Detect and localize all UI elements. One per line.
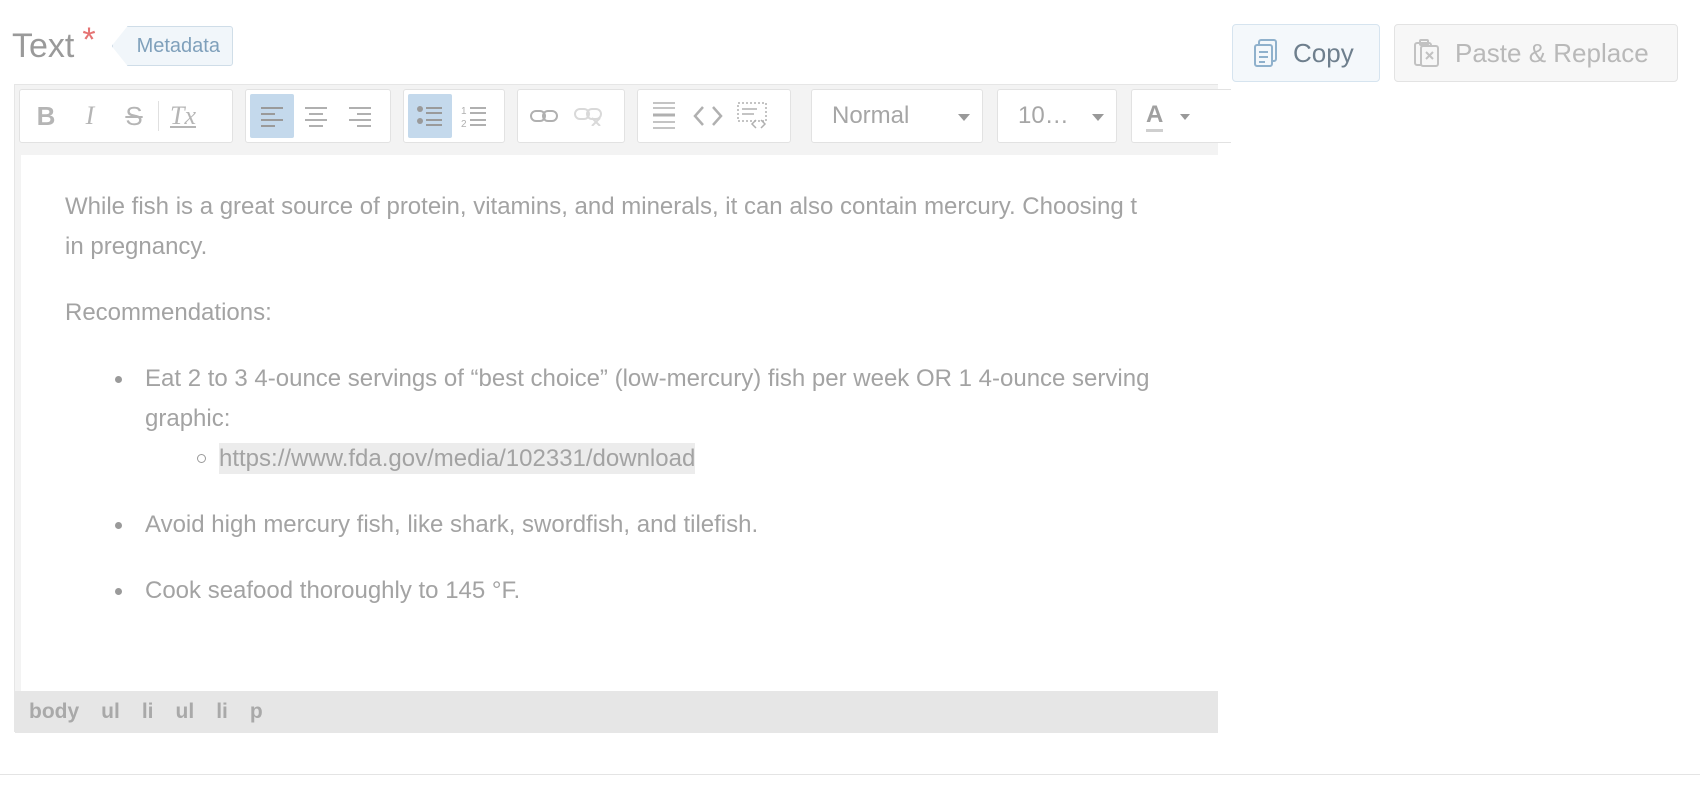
text-style-group: B I S Tx <box>19 89 233 143</box>
chevron-down-icon <box>1092 114 1104 121</box>
paste-replace-button[interactable]: Paste & Replace <box>1394 24 1678 82</box>
list-item: Avoid high mercury fish, like shark, swo… <box>65 505 1221 545</box>
list-item-text: Cook seafood thoroughly to 145 °F. <box>145 577 521 604</box>
metadata-tag[interactable]: Metadata <box>111 26 233 66</box>
list-item-text-continued: graphic: <box>145 405 231 432</box>
paragraph-line: While fish is a great source of protein,… <box>65 193 1138 220</box>
align-left-button[interactable] <box>250 94 294 138</box>
align-center-button[interactable] <box>294 94 338 138</box>
bulleted-list-button[interactable] <box>408 94 452 138</box>
list-group: 12 <box>403 89 505 143</box>
bold-icon: B <box>36 100 56 131</box>
insert-link-button[interactable] <box>522 94 566 138</box>
chevron-down-icon <box>1180 114 1190 120</box>
recommendations-list: Eat 2 to 3 4-ounce servings of “best cho… <box>65 359 1221 611</box>
divider <box>0 774 1700 775</box>
required-marker: * <box>82 20 96 59</box>
list-item: Eat 2 to 3 4-ounce servings of “best cho… <box>65 359 1221 479</box>
copy-label: Copy <box>1293 37 1354 68</box>
clear-format-icon: Tx <box>170 101 196 130</box>
paste-replace-label: Paste & Replace <box>1455 37 1649 68</box>
path-item[interactable]: ul <box>101 700 120 724</box>
align-center-icon <box>305 107 327 127</box>
alignment-group <box>245 89 391 143</box>
svg-text:2: 2 <box>461 119 467 128</box>
horizontal-rule-button[interactable] <box>642 94 686 138</box>
list-item: Cook seafood thoroughly to 145 °F. <box>65 571 1221 611</box>
font-color-icon: A <box>1146 101 1164 132</box>
fda-link[interactable]: https://www.fda.gov/media/102331/downloa… <box>219 443 696 474</box>
chevron-down-icon <box>958 114 970 121</box>
link-icon <box>530 110 558 122</box>
horizontal-rule-icon <box>653 102 675 129</box>
nested-list: https://www.fda.gov/media/102331/downloa… <box>145 439 1221 479</box>
clipboard-x-icon <box>1413 38 1441 68</box>
path-item[interactable]: body <box>29 700 79 724</box>
remove-link-button[interactable] <box>566 94 610 138</box>
editor-toolbar: B I S Tx 1 2 Normal 10… A <box>15 85 1231 155</box>
field-title: Text <box>12 26 75 65</box>
link-group <box>517 89 625 143</box>
align-right-icon <box>349 107 371 127</box>
embed-block-icon <box>737 102 767 129</box>
align-left-icon <box>261 107 283 127</box>
content-paragraph: While fish is a great source of protein,… <box>65 187 1221 227</box>
path-item[interactable]: ul <box>176 700 195 724</box>
copy-icon <box>1253 38 1279 68</box>
copy-button[interactable]: Copy <box>1232 24 1380 82</box>
italic-button[interactable]: I <box>68 94 112 138</box>
font-color-button[interactable]: A <box>1131 89 1231 143</box>
format-select-value: Normal <box>832 102 910 129</box>
italic-icon: I <box>85 101 95 130</box>
list-item-text: Eat 2 to 3 4-ounce servings of “best cho… <box>145 365 1150 392</box>
nested-list-item: https://www.fda.gov/media/102331/downloa… <box>145 439 1221 479</box>
rich-text-editor: B I S Tx 1 2 Normal 10… A While fish is … <box>14 84 1231 733</box>
field-label: Text * Metadata <box>12 21 233 66</box>
clear-format-button[interactable]: Tx <box>161 94 205 138</box>
unlink-icon <box>574 108 602 126</box>
font-size-select[interactable]: 10… <box>997 89 1117 143</box>
source-code-button[interactable] <box>686 94 730 138</box>
content-paragraph-continued: in pregnancy. <box>65 233 208 260</box>
bold-button[interactable]: B <box>24 94 68 138</box>
element-path-bar: body ul li ul li p <box>15 691 1218 733</box>
format-select[interactable]: Normal <box>811 89 983 143</box>
path-item[interactable]: p <box>250 700 263 724</box>
path-item[interactable]: li <box>216 700 228 724</box>
insert-group <box>637 89 791 143</box>
numbered-list-button[interactable]: 12 <box>452 94 496 138</box>
numbered-list-icon: 12 <box>461 106 486 128</box>
svg-text:1: 1 <box>461 106 467 117</box>
list-item-text: Avoid high mercury fish, like shark, swo… <box>145 511 759 538</box>
code-icon <box>693 106 723 126</box>
recommendations-heading: Recommendations: <box>65 299 272 326</box>
strikethrough-icon: S <box>125 100 143 131</box>
embed-block-button[interactable] <box>730 94 774 138</box>
bulleted-list-icon <box>417 106 442 126</box>
toolbar-separator <box>158 101 159 131</box>
font-size-value: 10… <box>1018 102 1069 129</box>
path-item[interactable]: li <box>142 700 154 724</box>
strikethrough-button[interactable]: S <box>112 94 156 138</box>
editor-content[interactable]: While fish is a great source of protein,… <box>21 155 1221 691</box>
align-right-button[interactable] <box>338 94 382 138</box>
